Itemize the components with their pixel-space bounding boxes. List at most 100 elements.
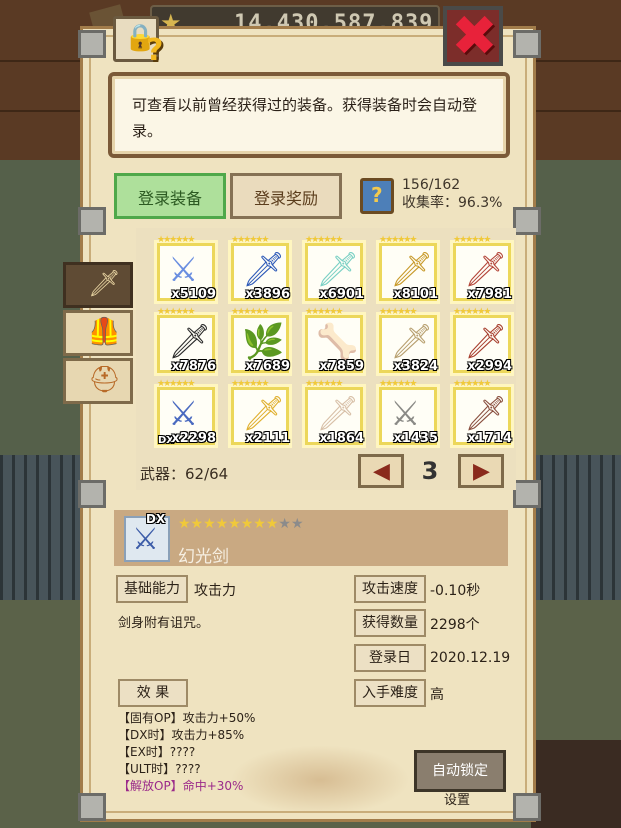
- tab-registration-rewards[interactable]: 登录奖励: [230, 173, 342, 219]
- corner-ornament: [78, 793, 106, 821]
- weapon-slot[interactable]: ★★★★★★ 🦴 x7859: [305, 307, 364, 374]
- weapon-slot[interactable]: ★★★★★★ 🗡 x8101: [379, 235, 438, 302]
- weapon-slot-selected[interactable]: ★★★★★★ ⚔ DX x2298: [157, 379, 216, 446]
- item-quantity: x1435: [393, 431, 438, 446]
- effect-line: 【DX时】攻击力+85%: [118, 728, 245, 742]
- register-date-label: 登录日: [354, 644, 426, 672]
- weapon-slot[interactable]: ★★★★★★ 🗡 x1714: [453, 379, 512, 446]
- corner-ornament: [513, 207, 541, 235]
- item-quantity: x1714: [467, 431, 512, 446]
- item-quantity: x2298: [171, 431, 216, 446]
- effects-list: 【固有OP】攻击力+50% 【DX时】攻击力+85% 【EX时】???? 【UL…: [118, 710, 255, 795]
- effect-text: 命中+30%: [182, 779, 244, 793]
- weapon-name: 幻光剑: [178, 547, 229, 567]
- weapon-slot[interactable]: ★★★★★★ 🗡 x7876: [157, 307, 216, 374]
- item-quantity: x7981: [467, 287, 512, 302]
- phantom-sword-icon: ⚔: [168, 394, 199, 434]
- rose-sword-icon: 🗡: [464, 250, 508, 290]
- next-page-button[interactable]: ▶: [458, 454, 504, 488]
- weapon-slot[interactable]: ★★★★★★ ⚔ x1435: [379, 379, 438, 446]
- weapon-slot[interactable]: ★★★★★★ 🗡 x7981: [453, 235, 512, 302]
- crystal-sword-icon: 🗡: [316, 250, 360, 290]
- corner-ornament: [78, 207, 106, 235]
- weapon-slot[interactable]: ★★★★★★ 🗡 x2994: [453, 307, 512, 374]
- dx-badge: DX: [146, 512, 166, 526]
- attack-speed-label: 攻击速度: [354, 575, 426, 603]
- item-quantity: x7859: [319, 359, 364, 374]
- corner-ornament: [78, 30, 106, 58]
- weapon-slot[interactable]: ★★★★★★ 🗡 x6901: [305, 235, 364, 302]
- collection-count: 156/162: [402, 177, 461, 193]
- effect-line: 【EX时】????: [118, 745, 196, 759]
- settings-label: 设置: [444, 793, 471, 808]
- ruby-sword-icon: 🗡: [464, 394, 508, 434]
- detail-header: [114, 510, 508, 566]
- item-quantity: x7876: [171, 359, 216, 374]
- item-quantity: x2994: [467, 359, 512, 374]
- effect-line: 【固有OP】攻击力+50%: [118, 711, 256, 725]
- item-quantity: x5109: [171, 287, 216, 302]
- category-tab-armor[interactable]: 🦺: [63, 310, 133, 356]
- base-ability-label: 基础能力: [116, 575, 188, 603]
- info-box: 可查看以前曾经获得过的装备。获得装备时会自动登录。: [108, 72, 510, 158]
- curved-blade-icon: 🗡: [390, 322, 434, 362]
- phantom-sword-icon: ⚔: [132, 522, 159, 557]
- attack-speed-value: -0.10秒: [430, 583, 481, 599]
- leaf-blade-icon: 🌿: [242, 322, 285, 362]
- background-wall: [531, 740, 621, 828]
- red-dagger-icon: 🗡: [464, 322, 508, 362]
- arrow-right-icon: ▶: [473, 459, 490, 484]
- dark-blade-icon: 🗡: [168, 322, 212, 362]
- difficulty-label: 入手难度: [354, 679, 426, 707]
- bone-club-icon: 🦴: [316, 322, 359, 362]
- weapon-slot[interactable]: ★★★★★★ ⚔ x5109: [157, 235, 216, 302]
- item-quantity: x3896: [245, 287, 290, 302]
- stars-empty: ★★: [278, 516, 304, 532]
- corner-ornament: [513, 30, 541, 58]
- item-quantity: x8101: [393, 287, 438, 302]
- info-text: 可查看以前曾经获得过的装备。获得装备时会自动登录。: [132, 96, 478, 140]
- effect-prefix: 【解放OP】: [118, 779, 183, 793]
- item-quantity: x1864: [319, 431, 364, 446]
- weapon-slot[interactable]: ★★★★★★ 🗡 x3896: [231, 235, 290, 302]
- panel-decoration: [230, 745, 410, 815]
- category-tab-accessory[interactable]: ⛑: [63, 358, 133, 404]
- helmet-icon: ⛑: [88, 365, 122, 395]
- weapon-slot[interactable]: ★★★★★★ 🗡 x2111: [231, 379, 290, 446]
- lock-help-button[interactable]: 🔒 ?: [113, 16, 163, 68]
- tab-registered-equipment[interactable]: 登录装备: [114, 173, 226, 219]
- effect-line: 【解放OP】命中+30%: [118, 778, 255, 795]
- close-icon: ✖: [451, 4, 498, 69]
- item-quantity: x3824: [393, 359, 438, 374]
- weapon-count: 武器：62/64: [140, 465, 229, 483]
- rainbow-sword-icon: ⚔: [168, 250, 199, 290]
- weapon-slot[interactable]: ★★★★★★ 🗡 x3824: [379, 307, 438, 374]
- category-tab-weapon[interactable]: 🗡: [63, 262, 133, 308]
- corner-ornament: [78, 480, 106, 508]
- arrow-left-icon: ◀: [373, 459, 390, 484]
- weapon-slot[interactable]: ★★★★★★ 🌿 x7689: [231, 307, 290, 374]
- base-ability-value: 攻击力: [194, 583, 236, 599]
- corner-ornament: [513, 480, 541, 508]
- armor-icon: 🦺: [88, 317, 121, 347]
- effect-line: 【ULT时】????: [118, 762, 201, 776]
- collection-book-icon: ?: [360, 178, 394, 214]
- close-button[interactable]: ✖: [443, 4, 503, 69]
- obtained-count-label: 获得数量: [354, 609, 426, 637]
- obtained-count-value: 2298个: [430, 617, 480, 633]
- difficulty-value: 高: [430, 687, 444, 703]
- question-icon: ?: [146, 33, 164, 68]
- auto-lock-button[interactable]: 自动锁定: [414, 750, 506, 792]
- page-number: 3: [421, 457, 439, 485]
- effect-label: 效 果: [118, 679, 188, 707]
- collection-rate: 收集率：96.3%: [402, 195, 503, 211]
- stars-filled: ★★★★★★★★: [178, 516, 279, 532]
- sword-icon: 🗡: [88, 269, 122, 299]
- item-quantity: x7689: [245, 359, 290, 374]
- weapon-slot[interactable]: ★★★★★★ 🗡 x1864: [305, 379, 364, 446]
- silver-blade-icon: ⚔: [390, 394, 421, 434]
- blue-sword-icon: 🗡: [242, 250, 286, 290]
- prev-page-button[interactable]: ◀: [358, 454, 404, 488]
- golden-sword-icon: 🗡: [390, 250, 434, 290]
- gold-blade-icon: 🗡: [242, 394, 286, 434]
